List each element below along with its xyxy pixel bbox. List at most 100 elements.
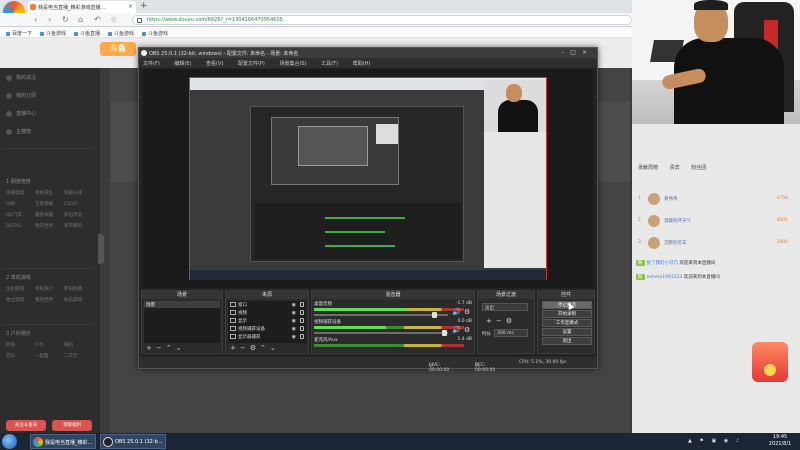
sidebar-item-follow[interactable]: 我的关注 — [6, 74, 36, 81]
start-recording-button[interactable]: 开始录制 — [542, 310, 592, 318]
gear-icon[interactable]: ⚙ — [464, 308, 470, 316]
duration-input[interactable]: 300 ms — [494, 329, 528, 337]
gear-icon[interactable]: ⚙ — [464, 326, 470, 334]
window-controls[interactable]: –□× — [561, 49, 593, 56]
sidebar-item-subscribe[interactable]: 我的订阅 — [6, 92, 36, 99]
source-settings-icon[interactable]: ⚙ — [250, 344, 260, 352]
bookmark-item[interactable]: 斗鱼直播 — [74, 30, 100, 37]
add-transition-icon[interactable]: + — [486, 317, 496, 325]
category-link[interactable]: 单机热门 — [35, 286, 64, 292]
sidebar-item-live-center[interactable]: 直播中心 — [6, 110, 36, 117]
source-item[interactable]: 显示 ◉ — [228, 317, 306, 325]
home-icon[interactable]: ⌂ — [78, 15, 83, 24]
category-link[interactable]: 绝地求生 — [35, 190, 64, 196]
category-link[interactable]: 炉石传说 — [64, 212, 93, 218]
lock-icon[interactable] — [300, 302, 304, 307]
source-item[interactable]: 视频 ◉ — [228, 309, 306, 317]
category-link[interactable]: CSGO — [64, 202, 93, 207]
menu-scene-collection[interactable]: 场景集合(S) — [279, 61, 306, 67]
speaker-icon[interactable]: 🔊 — [452, 308, 461, 316]
bookmark-item[interactable]: 斗鱼游戏 — [142, 30, 168, 37]
category-link[interactable]: 穿越火线 — [64, 190, 93, 196]
obs-preview[interactable] — [143, 69, 593, 288]
studio-mode-button[interactable]: 工作室模式 — [542, 319, 592, 327]
tab-contribution[interactable]: 贡献周榜 — [638, 165, 658, 171]
browser-tab[interactable]: 我是电当直播_精彩游戏直播... × — [28, 1, 136, 13]
volume-slider[interactable] — [314, 312, 448, 318]
tab-fans[interactable]: 粉丝团 — [691, 165, 706, 171]
category-link[interactable]: 英雄联盟 — [6, 190, 35, 196]
ranking-row[interactable]: 1 黄伟伟 4758 — [636, 192, 796, 206]
ranking-row[interactable]: 3 沉默的羔羊 2900 — [636, 236, 796, 250]
follow-douyu-button[interactable]: 关注斗鱼号 — [6, 420, 46, 431]
eye-icon[interactable]: ◉ — [292, 334, 296, 340]
volume-slider-knob[interactable] — [432, 312, 437, 318]
category-link[interactable]: 户外 — [35, 342, 64, 348]
sidebar-item-ranking[interactable]: 主播榜 — [6, 128, 31, 135]
claim-bonus-button[interactable]: 领取福利 — [52, 420, 92, 431]
category-link[interactable]: 舞蹈 — [64, 342, 93, 348]
taskbar-browser[interactable]: 我是电当直播_精彩... — [30, 434, 96, 449]
url-input[interactable]: https://www.douyu.com/6626?_r=1304166470… — [132, 15, 632, 25]
lock-icon[interactable] — [300, 326, 304, 331]
lock-icon[interactable] — [300, 318, 304, 323]
bookmark-item[interactable]: 斗鱼游戏 — [108, 30, 134, 37]
add-scene-icon[interactable]: + — [146, 344, 156, 352]
category-link[interactable]: DNF — [6, 202, 35, 207]
transition-select[interactable]: 淡出 — [482, 303, 528, 311]
menu-view[interactable]: 查看(V) — [206, 61, 223, 67]
menu-tools[interactable]: 工具(T) — [321, 61, 338, 67]
category-link[interactable]: DOTA2 — [6, 224, 35, 229]
move-up-icon[interactable]: ⌃ — [166, 344, 176, 352]
sidebar-collapse-handle[interactable] — [98, 234, 104, 264]
category-link[interactable]: 王者荣耀 — [35, 201, 64, 207]
promo-red-envelope[interactable] — [752, 342, 788, 382]
category-link[interactable]: 颜值 — [6, 342, 35, 348]
move-down-icon[interactable]: ⌄ — [176, 344, 186, 352]
category-link[interactable]: 我的世界 — [35, 223, 64, 229]
category-link[interactable]: 音乐 — [6, 353, 35, 359]
bookmark-item[interactable]: 百度一下 — [6, 30, 32, 37]
eye-icon[interactable]: ◉ — [292, 318, 296, 324]
menu-help[interactable]: 帮助(H) — [353, 61, 371, 67]
remove-source-icon[interactable]: − — [240, 344, 250, 352]
exit-button[interactable]: 退出 — [542, 337, 592, 345]
remove-transition-icon[interactable]: − — [496, 317, 506, 325]
undo-icon[interactable]: ↶ — [94, 15, 101, 24]
menu-profile[interactable]: 配置文件(P) — [238, 61, 265, 67]
refresh-icon[interactable]: ↻ — [62, 15, 69, 24]
douyu-logo[interactable]: 斗鱼 — [100, 42, 136, 56]
transition-settings-icon[interactable]: ⚙ — [506, 317, 516, 325]
eye-icon[interactable]: ◉ — [292, 302, 296, 308]
lock-icon[interactable] — [300, 310, 304, 315]
system-tray[interactable]: ▲ ⚑ ▣ ◉ ♪ — [688, 438, 742, 444]
taskbar-clock[interactable]: 19:45 2021/8/1 — [762, 434, 798, 448]
volume-slider-knob[interactable] — [442, 330, 447, 336]
source-item[interactable]: 显示器捕获 ◉ — [228, 333, 306, 341]
move-up-icon[interactable]: ⌃ — [260, 344, 270, 352]
eye-icon[interactable]: ◉ — [292, 310, 296, 316]
category-link[interactable]: 独立游戏 — [6, 297, 35, 303]
add-source-icon[interactable]: + — [230, 344, 240, 352]
source-item[interactable]: 视频捕获设备 ◉ — [228, 325, 306, 333]
menu-edit[interactable]: 编辑(E) — [174, 61, 191, 67]
menu-file[interactable]: 文件(F) — [143, 61, 160, 67]
start-button-icon[interactable] — [2, 434, 17, 449]
bookmark-item[interactable]: 斗鱼游戏 — [40, 30, 66, 37]
category-link[interactable]: 魔兽争霸 — [35, 212, 64, 218]
lock-icon[interactable] — [300, 334, 304, 339]
category-link[interactable]: 主机游戏 — [6, 286, 35, 292]
speaker-icon[interactable]: 🔊 — [452, 326, 461, 334]
category-link[interactable]: 二次元 — [64, 353, 93, 359]
star-icon[interactable]: ☆ — [110, 15, 117, 24]
category-link[interactable]: QQ飞车 — [6, 212, 35, 218]
forward-icon[interactable]: › — [48, 15, 51, 24]
tab-vip[interactable]: 贵宾 — [670, 165, 680, 171]
volume-slider[interactable] — [314, 330, 448, 336]
category-link[interactable]: 和平精英 — [64, 223, 93, 229]
category-link[interactable]: 怀旧经典 — [64, 286, 93, 292]
back-icon[interactable]: ‹ — [34, 15, 37, 24]
eye-icon[interactable]: ◉ — [292, 326, 296, 332]
source-item[interactable]: 窗口 ◉ — [228, 301, 306, 309]
category-link[interactable]: 我的世界 — [35, 297, 64, 303]
